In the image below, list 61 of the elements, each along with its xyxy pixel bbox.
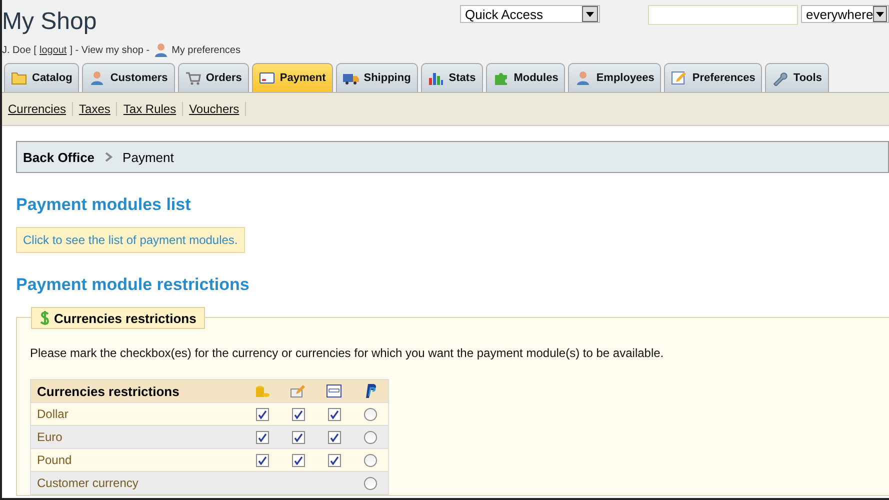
currency-name: Pound [36, 453, 73, 467]
search-scope-select[interactable]: everywhere [801, 5, 889, 23]
checkbox[interactable] [256, 430, 268, 444]
person-icon [89, 70, 106, 86]
puzzle-icon [492, 70, 509, 86]
nav-tab[interactable]: Orders [178, 63, 249, 92]
breadcrumb-item[interactable]: Back Office [23, 150, 95, 164]
subnav-link[interactable]: Vouchers [183, 102, 246, 116]
coins-icon [254, 383, 270, 399]
checkbox[interactable] [292, 408, 304, 420]
search-field[interactable] [648, 5, 798, 25]
pencil-icon [290, 383, 306, 399]
panel-description: Please mark the checkbox(es) for the currency or currencies for which you want the payment module(s) to be available. [30, 346, 665, 360]
card-icon [326, 383, 342, 399]
logout-link[interactable]: logout [39, 44, 67, 56]
nav-tab[interactable]: Preferences [664, 63, 762, 92]
section-heading: Payment modules list [16, 195, 192, 215]
wrench-icon [772, 70, 788, 86]
radio-button[interactable] [364, 476, 376, 490]
checkbox[interactable] [292, 454, 304, 466]
checkbox[interactable] [328, 430, 340, 444]
nav-tab[interactable]: Shipping [336, 63, 418, 92]
currency-name: Customer currency [36, 476, 140, 490]
nav-tab[interactable]: Tools [765, 63, 829, 92]
checkbox[interactable] [328, 454, 340, 466]
cart-icon [184, 70, 201, 86]
radio-button[interactable] [364, 408, 376, 420]
nav-tab[interactable]: Modules [486, 63, 566, 92]
radio-button[interactable] [364, 454, 376, 466]
nav-tab[interactable]: Payment [252, 63, 333, 92]
checkbox[interactable] [256, 454, 268, 466]
subnav-link[interactable]: Taxes [73, 102, 118, 116]
table-heading: Currencies restrictions [36, 384, 180, 398]
currency-name: Euro [36, 430, 64, 444]
breadcrumb-item: Payment [122, 150, 174, 164]
dollar-icon [40, 310, 50, 326]
view-shop-text: ] - View my shop - [70, 44, 150, 56]
radio-button[interactable] [364, 430, 376, 444]
subnav-link[interactable]: Tax Rules [117, 102, 184, 116]
nav-tab[interactable]: Customers [82, 63, 175, 92]
quick-access-select[interactable]: Quick Access [460, 5, 600, 23]
nav-tab[interactable]: Catalog [4, 63, 80, 92]
card-icon [258, 70, 275, 86]
subnav-link[interactable]: Currencies [2, 102, 74, 116]
pencil-icon [671, 70, 688, 86]
section-heading: Payment module restrictions [16, 275, 250, 295]
user-name: J. Doe [ [2, 44, 36, 56]
nav-tab[interactable]: Employees [568, 63, 662, 92]
folder-icon [11, 70, 27, 86]
person-icon [152, 42, 169, 58]
person-icon [575, 70, 592, 86]
currency-name: Dollar [36, 407, 70, 421]
shop-title: My Shop [2, 8, 98, 36]
legend-text: Currencies restrictions [54, 310, 196, 326]
chevron-icon [104, 152, 113, 162]
checkbox[interactable] [292, 430, 304, 444]
preferences-link[interactable]: My preferences [172, 44, 240, 56]
bar-chart-icon [428, 70, 444, 86]
nav-tab[interactable]: Stats [420, 63, 483, 92]
checkbox[interactable] [256, 408, 268, 420]
checkbox[interactable] [328, 408, 340, 420]
